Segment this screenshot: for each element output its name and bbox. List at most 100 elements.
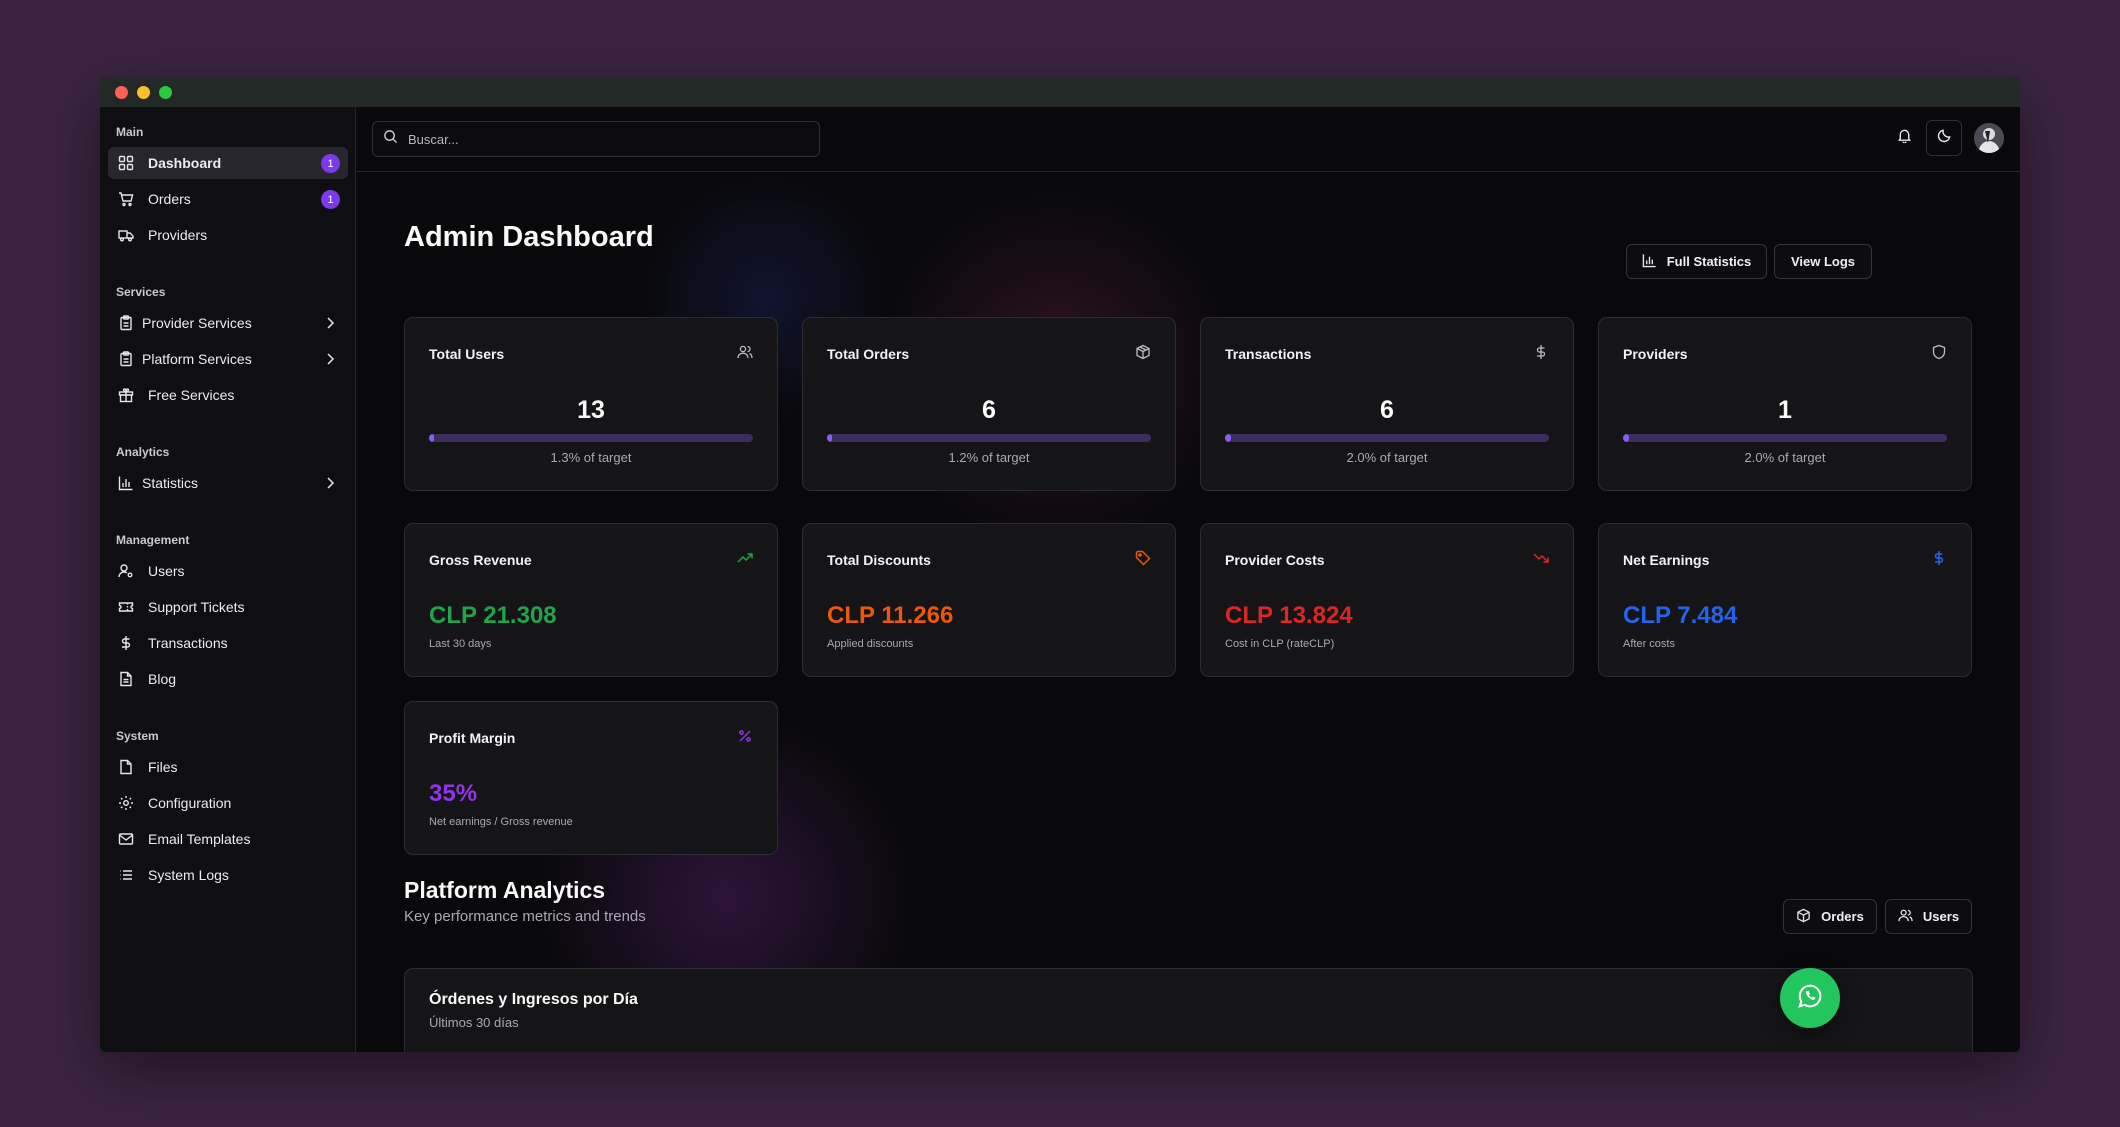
group-title-management: Management <box>116 533 190 547</box>
sidebar-item-free-services[interactable]: Free Services <box>108 379 348 411</box>
card-title: Total Discounts <box>827 552 931 568</box>
stat-card-total-orders: Total Orders 6 1.2% of target <box>802 317 1176 491</box>
sidebar-item-label: Transactions <box>148 635 228 651</box>
card-title: Transactions <box>1225 346 1312 362</box>
card-value: 1 <box>1778 396 1792 424</box>
theme-toggle-button[interactable] <box>1926 120 1962 156</box>
progress-bar <box>429 434 753 442</box>
chevron-right-icon <box>322 315 338 331</box>
sidebar-item-label: Users <box>148 563 185 579</box>
card-value: 35% <box>429 780 478 807</box>
sidebar-item-transactions[interactable]: Transactions <box>108 627 348 659</box>
sidebar-item-platform-services[interactable]: Platform Services <box>108 343 348 375</box>
stat-card-providers: Providers 1 2.0% of target <box>1598 317 1972 491</box>
sidebar-item-blog[interactable]: Blog <box>108 663 348 695</box>
title-bar <box>100 77 2020 107</box>
search-box[interactable] <box>372 121 820 157</box>
sidebar-item-providers[interactable]: Providers <box>108 219 348 251</box>
card-title: Gross Revenue <box>429 552 532 568</box>
card-value: CLP 11.266 <box>827 602 954 629</box>
gift-icon <box>118 387 134 403</box>
main-content: Admin Dashboard Full Statistics View Log… <box>356 107 2020 1052</box>
metric-card-net-earnings: Net Earnings CLP 7.484 After costs <box>1598 523 1972 677</box>
sidebar-item-label: Orders <box>148 191 191 207</box>
gear-icon <box>118 795 134 811</box>
chart-grid: 3000 <box>405 969 1974 1052</box>
stat-card-transactions: Transactions 6 2.0% of target <box>1200 317 1574 491</box>
orders-tab-button[interactable]: Orders <box>1783 899 1877 934</box>
card-title: Total Orders <box>827 346 910 362</box>
users-tab-button[interactable]: Users <box>1885 899 1972 934</box>
card-value: 13 <box>577 396 605 424</box>
group-title-main: Main <box>116 125 144 139</box>
clipboard-icon <box>118 315 134 331</box>
search-input[interactable] <box>408 131 788 147</box>
orders-count-badge: 1 <box>321 190 340 209</box>
card-value: 6 <box>982 396 996 424</box>
sidebar-item-label: Provider Services <box>142 315 252 331</box>
moon-icon <box>1937 128 1952 148</box>
sidebar-item-label: Blog <box>148 671 177 687</box>
sidebar-item-files[interactable]: Files <box>108 751 348 783</box>
ticket-icon <box>118 599 134 615</box>
search-icon <box>383 129 398 149</box>
whatsapp-icon <box>1795 981 1825 1016</box>
sidebar-item-email-templates[interactable]: Email Templates <box>108 823 348 855</box>
minimize-window-button[interactable] <box>137 85 150 99</box>
sidebar-item-dashboard[interactable]: Dashboard 1 <box>108 147 348 179</box>
card-subtext: 1.3% of target <box>550 450 632 465</box>
card-subtext: 1.2% of target <box>948 450 1030 465</box>
view-logs-button[interactable]: View Logs <box>1774 244 1872 279</box>
sidebar: Main Dashboard 1 Orders 1 Providers Serv… <box>100 107 356 1052</box>
stat-card-total-users: Total Users 13 1.3% of target <box>404 317 778 491</box>
metric-card-gross-revenue: Gross Revenue CLP 21.308 Last 30 days <box>404 523 778 677</box>
users-icon <box>737 344 755 362</box>
cart-icon <box>118 191 134 207</box>
mail-icon <box>118 831 134 847</box>
app-window: Main Dashboard 1 Orders 1 Providers Serv… <box>100 77 2020 1052</box>
full-statistics-button[interactable]: Full Statistics <box>1626 244 1767 279</box>
card-title: Providers <box>1623 346 1688 362</box>
group-title-services: Services <box>116 285 166 299</box>
close-window-button[interactable] <box>115 85 128 99</box>
sidebar-item-support-tickets[interactable]: Support Tickets <box>108 591 348 623</box>
card-title: Total Users <box>429 346 505 362</box>
avatar[interactable] <box>1974 123 2004 153</box>
maximize-window-button[interactable] <box>159 85 172 99</box>
sidebar-item-configuration[interactable]: Configuration <box>108 787 348 819</box>
percent-icon <box>737 728 755 746</box>
card-subtext: Net earnings / Gross revenue <box>429 816 573 828</box>
progress-bar <box>1225 434 1549 442</box>
sidebar-item-orders[interactable]: Orders 1 <box>108 183 348 215</box>
users-icon <box>1898 908 1913 926</box>
sidebar-item-system-logs[interactable]: System Logs <box>108 859 348 891</box>
group-title-system: System <box>116 729 159 743</box>
notifications-button[interactable] <box>1886 120 1922 156</box>
card-value: CLP 21.308 <box>429 602 557 629</box>
group-title-analytics: Analytics <box>116 445 170 459</box>
section-subtitle: Key performance metrics and trends <box>404 908 646 925</box>
whatsapp-button[interactable] <box>1780 968 1840 1028</box>
sidebar-item-label: Files <box>148 759 178 775</box>
view-logs-label: View Logs <box>1790 254 1856 269</box>
chevron-right-icon <box>322 475 338 491</box>
sidebar-item-provider-services[interactable]: Provider Services <box>108 307 348 339</box>
shield-icon <box>1931 344 1949 362</box>
bar-chart-icon <box>118 475 134 491</box>
dollar-icon <box>1533 344 1551 362</box>
user-cog-icon <box>118 563 134 579</box>
trending-up-icon <box>737 550 755 568</box>
card-subtext: Last 30 days <box>429 638 492 650</box>
sidebar-item-users[interactable]: Users <box>108 555 348 587</box>
card-value: 6 <box>1380 396 1394 424</box>
sidebar-item-label: Providers <box>148 227 208 243</box>
orders-revenue-chart-card: Órdenes y Ingresos por Día Últimos 30 dí… <box>404 968 1973 1052</box>
section-title: Platform Analytics <box>404 877 606 903</box>
file-text-icon <box>118 671 134 687</box>
progress-bar <box>1623 434 1947 442</box>
progress-bar <box>827 434 1151 442</box>
sidebar-item-statistics[interactable]: Statistics <box>108 467 348 499</box>
package-icon <box>1135 344 1153 362</box>
package-icon <box>1796 908 1811 926</box>
card-title: Profit Margin <box>429 730 516 746</box>
